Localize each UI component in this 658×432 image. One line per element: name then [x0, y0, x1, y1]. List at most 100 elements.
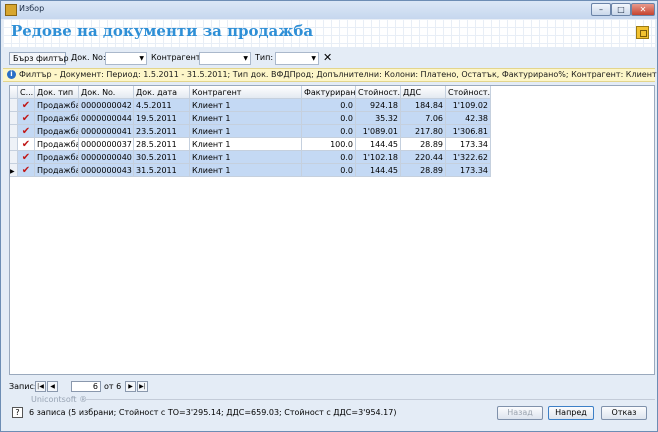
quick-filter-button[interactable]: Бърз филтър	[9, 52, 69, 65]
help-icon[interactable]: ?	[12, 407, 23, 418]
prev-record-button[interactable]: ◀	[47, 381, 58, 392]
page-header: Редове на документи за продажба	[3, 19, 655, 47]
row-header[interactable]	[10, 112, 18, 125]
record-label: Запис:	[9, 382, 37, 391]
close-button[interactable]: ✕	[631, 3, 655, 16]
chevron-down-icon: ▼	[243, 55, 248, 62]
cell-doc-date: 23.5.2011	[134, 125, 190, 138]
cell-doc-no: 0000000037	[79, 138, 134, 151]
window-title: Избор	[19, 4, 45, 13]
col-header-counterparty[interactable]: Контрагент	[190, 86, 302, 99]
minimize-button[interactable]: –	[591, 3, 611, 16]
row-header[interactable]	[10, 151, 18, 164]
cell-doc-date: 30.5.2011	[134, 151, 190, 164]
cell-doc-no: 0000000044	[79, 112, 134, 125]
back-button[interactable]: Назад	[497, 406, 543, 420]
app-icon	[5, 4, 17, 16]
summary-text: 6 записа (5 избрани; Стойност с ТО=3'295…	[29, 408, 397, 417]
cancel-button[interactable]: Отказ	[601, 406, 647, 420]
cell-doc-no: 0000000041	[79, 125, 134, 138]
clear-filter-icon[interactable]: ✕	[323, 51, 332, 64]
col-header-invoiced[interactable]: Фактуриран...	[302, 86, 356, 99]
col-header-vat[interactable]: ДДС	[401, 86, 446, 99]
row-check-icon[interactable]: ✔	[18, 138, 35, 151]
maximize-button[interactable]: □	[611, 3, 631, 16]
doc-no-label: Док. No:	[71, 53, 106, 62]
cell-doc-date: 31.5.2011	[134, 164, 190, 177]
cell-total: 1'109.02	[446, 99, 491, 112]
first-record-button[interactable]: |◀	[35, 381, 46, 392]
cell-invoiced: 0.0	[302, 125, 356, 138]
cell-counterparty: Клиент 1	[190, 125, 302, 138]
cell-vat: 28.89	[401, 164, 446, 177]
cell-invoiced: 0.0	[302, 112, 356, 125]
cell-doc-no: 0000000040	[79, 151, 134, 164]
cell-vat: 217.80	[401, 125, 446, 138]
cell-doc-date: 19.5.2011	[134, 112, 190, 125]
toolbar: Бърз филтър Док. No: ▼ Контрагент: ▼ Тип…	[9, 51, 655, 66]
cell-invoiced: 0.0	[302, 164, 356, 177]
cell-invoiced: 0.0	[302, 99, 356, 112]
cell-total: 173.34	[446, 164, 491, 177]
counterparty-select[interactable]: ▼	[199, 52, 251, 65]
cell-total: 1'306.81	[446, 125, 491, 138]
cell-doc-type: Продажба	[35, 151, 79, 164]
doc-no-select[interactable]: ▼	[105, 52, 147, 65]
cell-value: 35.32	[356, 112, 401, 125]
cell-total: 42.38	[446, 112, 491, 125]
cell-doc-type: Продажба	[35, 138, 79, 151]
current-record-input[interactable]: 6	[71, 381, 101, 392]
counterparty-label: Контрагент:	[151, 53, 204, 62]
cell-total: 173.34	[446, 138, 491, 151]
row-check-icon[interactable]: ✔	[18, 164, 35, 177]
cell-doc-type: Продажба	[35, 99, 79, 112]
row-header[interactable]	[10, 99, 18, 112]
row-header[interactable]	[10, 125, 18, 138]
chevron-down-icon: ▼	[139, 55, 144, 62]
filter-info-bar: i Филтър - Документ: Период: 1.5.2011 - …	[3, 68, 658, 82]
filter-text: Филтър - Документ: Период: 1.5.2011 - 31…	[19, 70, 658, 79]
last-record-button[interactable]: ▶|	[137, 381, 148, 392]
cell-counterparty: Клиент 1	[190, 164, 302, 177]
row-check-icon[interactable]: ✔	[18, 125, 35, 138]
cell-doc-date: 4.5.2011	[134, 99, 190, 112]
select-window-icon[interactable]	[636, 26, 649, 39]
row-check-icon[interactable]: ✔	[18, 151, 35, 164]
cell-value: 144.45	[356, 164, 401, 177]
cell-value: 1'102.18	[356, 151, 401, 164]
col-header-select[interactable]: С...	[18, 86, 35, 99]
documents-grid: С... Док. тип Док. No. Док. дата Контраг…	[9, 85, 655, 375]
row-check-icon[interactable]: ✔	[18, 112, 35, 125]
cell-invoiced: 0.0	[302, 151, 356, 164]
divider	[85, 399, 655, 400]
brand-label: Unicontsoft ®	[31, 395, 88, 404]
col-header-total[interactable]: Стойност...	[446, 86, 491, 99]
col-header-doc-date[interactable]: Док. дата	[134, 86, 190, 99]
cell-doc-date: 28.5.2011	[134, 138, 190, 151]
title-bar[interactable]: Избор – □ ✕	[1, 1, 657, 19]
next-record-button[interactable]: ▶	[125, 381, 136, 392]
cell-doc-type: Продажба	[35, 164, 79, 177]
cell-doc-no: 0000000043	[79, 164, 134, 177]
cell-total: 1'322.62	[446, 151, 491, 164]
selection-window: Избор – □ ✕ Редове на документи за прода…	[0, 0, 658, 432]
col-header-value[interactable]: Стойност...	[356, 86, 401, 99]
cell-doc-type: Продажба	[35, 125, 79, 138]
type-select[interactable]: ▼	[275, 52, 319, 65]
page-title: Редове на документи за продажба	[11, 22, 314, 40]
row-check-icon[interactable]: ✔	[18, 99, 35, 112]
cell-value: 924.18	[356, 99, 401, 112]
cell-counterparty: Клиент 1	[190, 138, 302, 151]
cell-vat: 220.44	[401, 151, 446, 164]
col-header-doc-no[interactable]: Док. No.	[79, 86, 134, 99]
row-header[interactable]	[10, 164, 18, 177]
record-navigator: Запис: |◀ ◀ 6 от 6 ▶ ▶|	[9, 381, 309, 393]
cell-vat: 184.84	[401, 99, 446, 112]
row-header[interactable]	[10, 138, 18, 151]
next-button[interactable]: Напред	[548, 406, 594, 420]
cell-doc-type: Продажба	[35, 112, 79, 125]
cell-counterparty: Клиент 1	[190, 151, 302, 164]
col-header-doc-type[interactable]: Док. тип	[35, 86, 79, 99]
cell-vat: 28.89	[401, 138, 446, 151]
cell-counterparty: Клиент 1	[190, 99, 302, 112]
